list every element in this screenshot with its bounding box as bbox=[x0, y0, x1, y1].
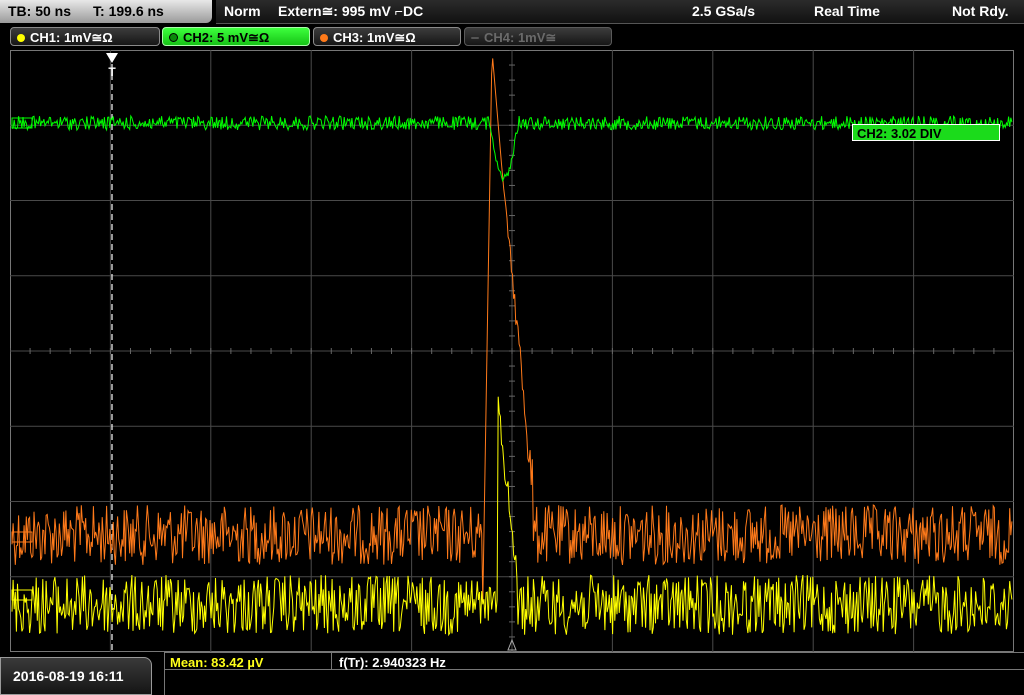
channel-4-label: CH4: 1mV≅ bbox=[484, 30, 557, 45]
ch2-offset-readout: CH2: 3.02 DIV bbox=[852, 124, 1000, 141]
frequency-measurement[interactable]: f(Tr): 2.940323 Hz bbox=[331, 652, 446, 670]
trigger-panel[interactable]: Norm Extern≅: 995 mV ⌐DC 2.5 GSa/s Real … bbox=[216, 0, 1024, 24]
acquisition-mode[interactable]: Real Time bbox=[814, 0, 880, 23]
mean-measurement[interactable]: Mean: 83.42 µV bbox=[170, 655, 263, 670]
channel-3-button[interactable]: CH3: 1mV≅Ω bbox=[313, 27, 461, 46]
channel-4-indicator-icon bbox=[471, 37, 479, 39]
ch3-offset-marker-icon bbox=[11, 531, 33, 543]
channel-3-indicator-icon bbox=[320, 34, 328, 42]
trigger-status: Not Rdy. bbox=[952, 3, 1009, 19]
channel-3-label: CH3: 1mV≅Ω bbox=[333, 30, 416, 45]
frequency-value: f(Tr): 2.940323 Hz bbox=[339, 655, 446, 670]
channel-1-indicator-icon bbox=[17, 34, 25, 42]
channel-2-indicator-icon bbox=[169, 33, 178, 42]
timebase-value: TB: 50 ns bbox=[8, 3, 72, 19]
measurement-bar: Mean: 83.42 µV f(Tr): 2.940323 Hz bbox=[164, 652, 1024, 695]
measurement-divider bbox=[165, 669, 1024, 670]
channel-2-label: CH2: 5 mV≅Ω bbox=[183, 30, 270, 45]
channel-1-label: CH1: 1mV≅Ω bbox=[30, 30, 113, 45]
channel-4-button[interactable]: CH4: 1mV≅ bbox=[464, 27, 612, 46]
status-bar: TB: 50 ns T: 199.6 ns Norm Extern≅: 995 m… bbox=[0, 0, 1024, 24]
trigger-source[interactable]: Extern≅: 995 mV ⌐DC bbox=[278, 0, 423, 23]
sample-rate[interactable]: 2.5 GSa/s bbox=[692, 0, 755, 23]
channel-bar: CH1: 1mV≅Ω CH2: 5 mV≅Ω CH3: 1mV≅Ω CH4: 1… bbox=[0, 26, 1024, 48]
channel-1-button[interactable]: CH1: 1mV≅Ω bbox=[10, 27, 160, 46]
trigger-time-value: T: 199.6 ns bbox=[93, 3, 164, 19]
trigger-marker-label: T bbox=[108, 65, 116, 79]
timebase-panel[interactable]: TB: 50 ns T: 199.6 ns bbox=[0, 0, 212, 23]
date-time: 2016-08-19 16:11 bbox=[0, 657, 152, 695]
measurement-separator bbox=[331, 652, 332, 670]
trigger-mode[interactable]: Norm bbox=[224, 0, 261, 23]
trigger-marker-icon bbox=[106, 53, 118, 63]
channel-2-button[interactable]: CH2: 5 mV≅Ω bbox=[162, 27, 310, 46]
